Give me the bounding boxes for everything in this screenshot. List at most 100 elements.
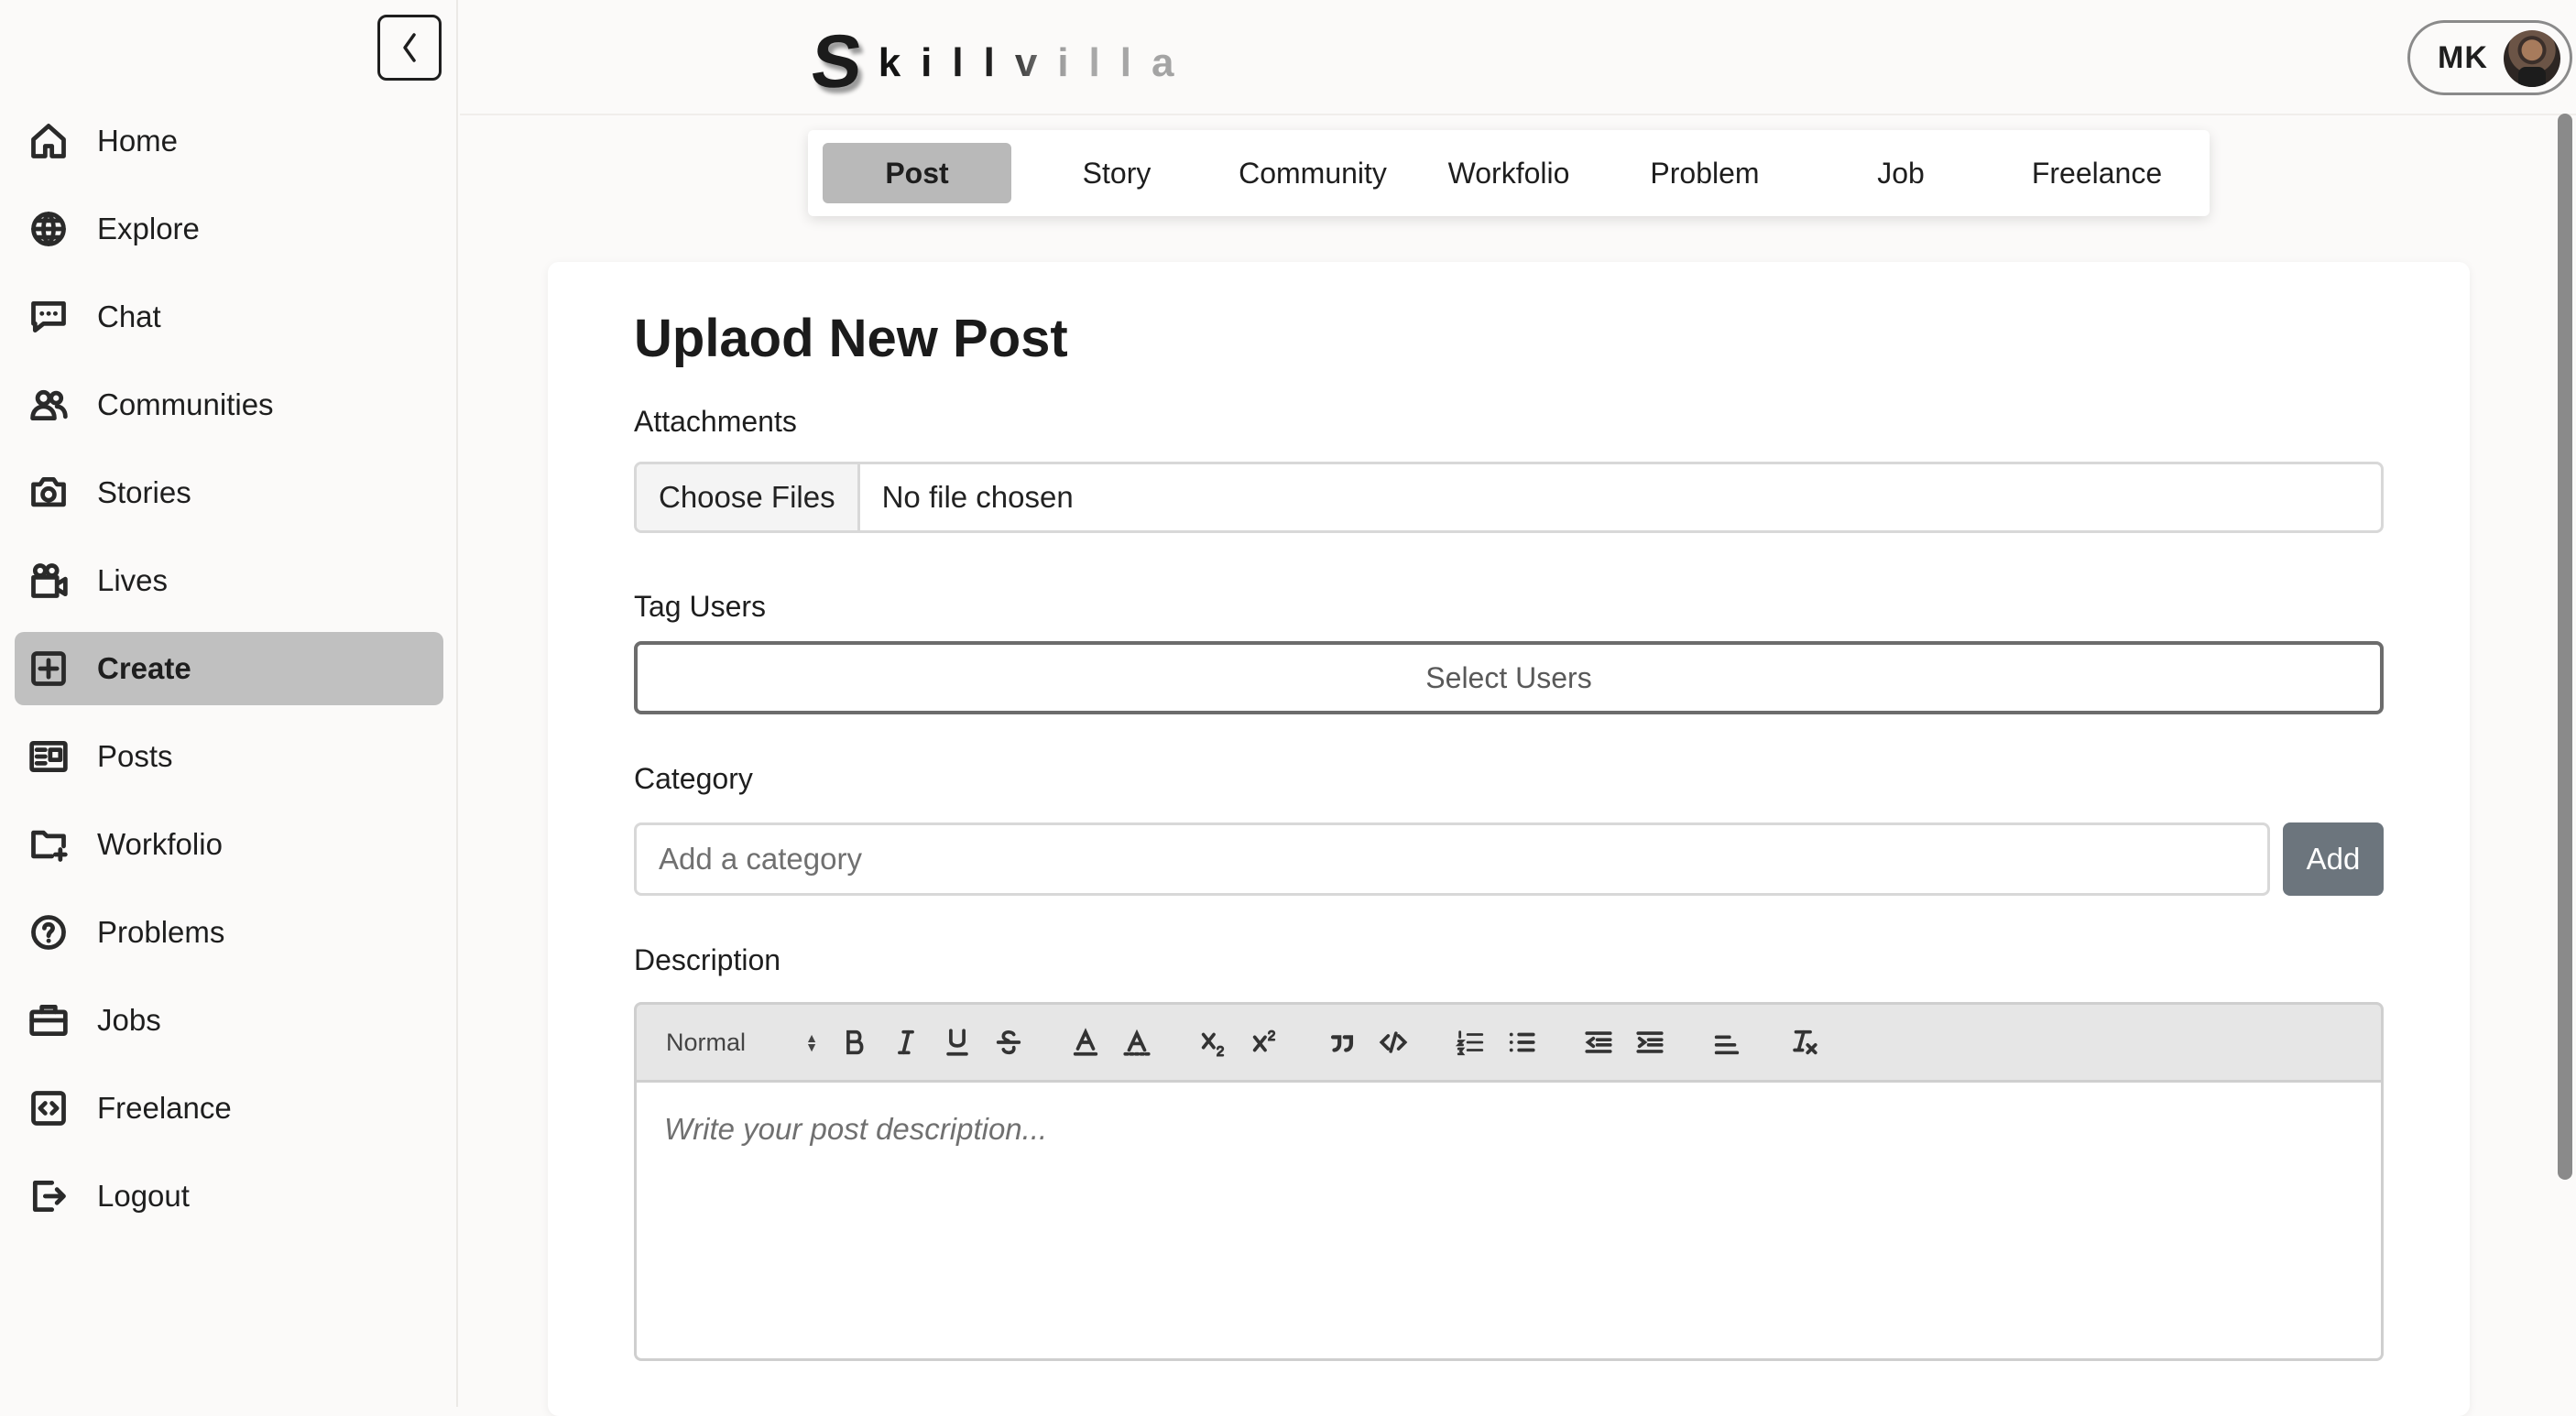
sidebar-nav: Home Explore Chat Communities Stories Li… xyxy=(15,104,443,1247)
sidebar-item-label: Explore xyxy=(97,212,200,245)
outdent-button[interactable] xyxy=(1573,1017,1624,1068)
sidebar-item-label: Logout xyxy=(97,1179,190,1213)
blockquote-button[interactable] xyxy=(1316,1017,1368,1068)
code-block-button[interactable] xyxy=(1368,1017,1419,1068)
sidebar-item-label: Lives xyxy=(97,563,169,597)
text-format-value: Normal xyxy=(666,1028,747,1056)
plus-square-icon xyxy=(27,648,70,690)
user-menu-button[interactable]: MK xyxy=(2407,20,2572,95)
align-button[interactable] xyxy=(1701,1017,1752,1068)
superscript-icon xyxy=(1252,1029,1276,1052)
tab-job[interactable]: Job xyxy=(1803,143,1999,203)
question-circle-icon xyxy=(27,911,70,953)
quote-icon xyxy=(1330,1035,1354,1052)
top-bar xyxy=(460,0,2576,115)
text-format-select[interactable]: Normal ▲ ▼ xyxy=(666,1029,829,1057)
video-icon xyxy=(27,560,70,602)
text-color-button[interactable] xyxy=(1060,1017,1111,1068)
sidebar-item-label: Posts xyxy=(97,739,173,773)
ordered-list-button[interactable] xyxy=(1445,1017,1496,1068)
sidebar-item-home[interactable]: Home xyxy=(15,104,443,178)
choose-files-button[interactable]: Choose Files xyxy=(637,464,860,530)
user-initials: MK xyxy=(2438,39,2488,75)
sidebar-item-label: Problems xyxy=(97,915,225,949)
sidebar-item-posts[interactable]: Posts xyxy=(15,720,443,793)
clear-formatting-icon xyxy=(1793,1029,1817,1055)
sidebar-item-freelance[interactable]: Freelance xyxy=(15,1072,443,1145)
sidebar-item-jobs[interactable]: Jobs xyxy=(15,984,443,1057)
italic-button[interactable] xyxy=(880,1017,932,1068)
sidebar-item-label: Communities xyxy=(97,387,274,421)
clear-formatting-button[interactable] xyxy=(1778,1017,1829,1068)
subscript-icon xyxy=(1201,1032,1225,1057)
collapse-sidebar-button[interactable] xyxy=(377,15,442,81)
tag-users-label: Tag Users xyxy=(634,590,767,623)
newspaper-icon xyxy=(27,735,70,778)
text-color-icon xyxy=(1073,1028,1098,1056)
sidebar-item-workfolio[interactable]: Workfolio xyxy=(15,808,443,881)
camera-icon xyxy=(27,472,70,514)
editor-toolbar: Normal ▲ ▼ xyxy=(634,1002,2384,1083)
strikethrough-button[interactable] xyxy=(983,1017,1034,1068)
tab-community[interactable]: Community xyxy=(1215,143,1411,203)
select-arrows-icon: ▲ ▼ xyxy=(805,1030,818,1054)
page-title: Uplaod New Post xyxy=(634,309,1068,368)
upload-post-card: Uplaod New Post Attachments Choose Files… xyxy=(548,262,2470,1416)
sidebar-item-explore[interactable]: Explore xyxy=(15,192,443,266)
description-editor[interactable]: Write your post description... xyxy=(634,1083,2384,1361)
home-icon xyxy=(27,120,70,162)
align-left-icon xyxy=(1714,1035,1740,1055)
tab-workfolio[interactable]: Workfolio xyxy=(1411,143,1607,203)
logo-text: killvilla xyxy=(879,40,1195,99)
sidebar-item-label: Stories xyxy=(97,475,191,509)
create-type-tabs: Post Story Community Workfolio Problem J… xyxy=(808,130,2210,216)
indent-button[interactable] xyxy=(1624,1017,1675,1068)
sidebar-item-problems[interactable]: Problems xyxy=(15,896,443,969)
category-label: Category xyxy=(634,762,753,795)
sidebar-item-stories[interactable]: Stories xyxy=(15,456,443,529)
sidebar-item-lives[interactable]: Lives xyxy=(15,544,443,617)
bold-icon xyxy=(846,1029,864,1055)
sidebar-item-label: Jobs xyxy=(97,1003,161,1037)
add-category-button[interactable]: Add xyxy=(2283,822,2384,896)
sidebar-item-logout[interactable]: Logout xyxy=(15,1160,443,1233)
bullet-list-icon xyxy=(1509,1032,1535,1052)
superscript-button[interactable] xyxy=(1239,1017,1291,1068)
attachments-label: Attachments xyxy=(634,405,797,438)
category-input[interactable] xyxy=(634,822,2270,896)
background-color-button[interactable] xyxy=(1111,1017,1162,1068)
code-icon xyxy=(1379,1031,1408,1053)
chevron-left-icon xyxy=(403,33,416,62)
tab-post[interactable]: Post xyxy=(823,143,1011,203)
users-icon xyxy=(27,384,70,426)
logo[interactable]: S killvilla xyxy=(807,20,1195,103)
globe-icon xyxy=(27,208,70,250)
sidebar-item-label: Chat xyxy=(97,300,161,333)
description-label: Description xyxy=(634,943,781,976)
briefcase-icon xyxy=(27,999,70,1041)
scrollbar-thumb[interactable] xyxy=(2558,114,2572,1180)
sidebar-item-chat[interactable]: Chat xyxy=(15,280,443,354)
underline-button[interactable] xyxy=(932,1017,983,1068)
italic-icon xyxy=(898,1029,914,1055)
bold-button[interactable] xyxy=(829,1017,880,1068)
chat-icon xyxy=(27,296,70,338)
sidebar-item-create[interactable]: Create xyxy=(15,632,443,705)
tab-story[interactable]: Story xyxy=(1019,143,1215,203)
sidebar-item-label: Home xyxy=(97,124,179,158)
file-status-text: No file chosen xyxy=(881,480,1074,514)
highlight-icon xyxy=(1123,1029,1151,1056)
sidebar: Home Explore Chat Communities Stories Li… xyxy=(0,0,458,1407)
tab-problem[interactable]: Problem xyxy=(1607,143,1803,203)
select-users-dropdown[interactable]: Select Users xyxy=(634,641,2384,714)
code-square-icon xyxy=(27,1087,70,1129)
sidebar-item-communities[interactable]: Communities xyxy=(15,368,443,441)
sidebar-item-label: Freelance xyxy=(97,1091,232,1125)
attachments-file-input[interactable]: Choose Files No file chosen xyxy=(634,462,2384,533)
bullet-list-button[interactable] xyxy=(1496,1017,1547,1068)
outdent-icon xyxy=(1585,1031,1612,1053)
logout-icon xyxy=(27,1175,70,1217)
tab-freelance[interactable]: Freelance xyxy=(1999,143,2195,203)
subscript-button[interactable] xyxy=(1188,1017,1239,1068)
logo-initial: S xyxy=(807,20,867,103)
